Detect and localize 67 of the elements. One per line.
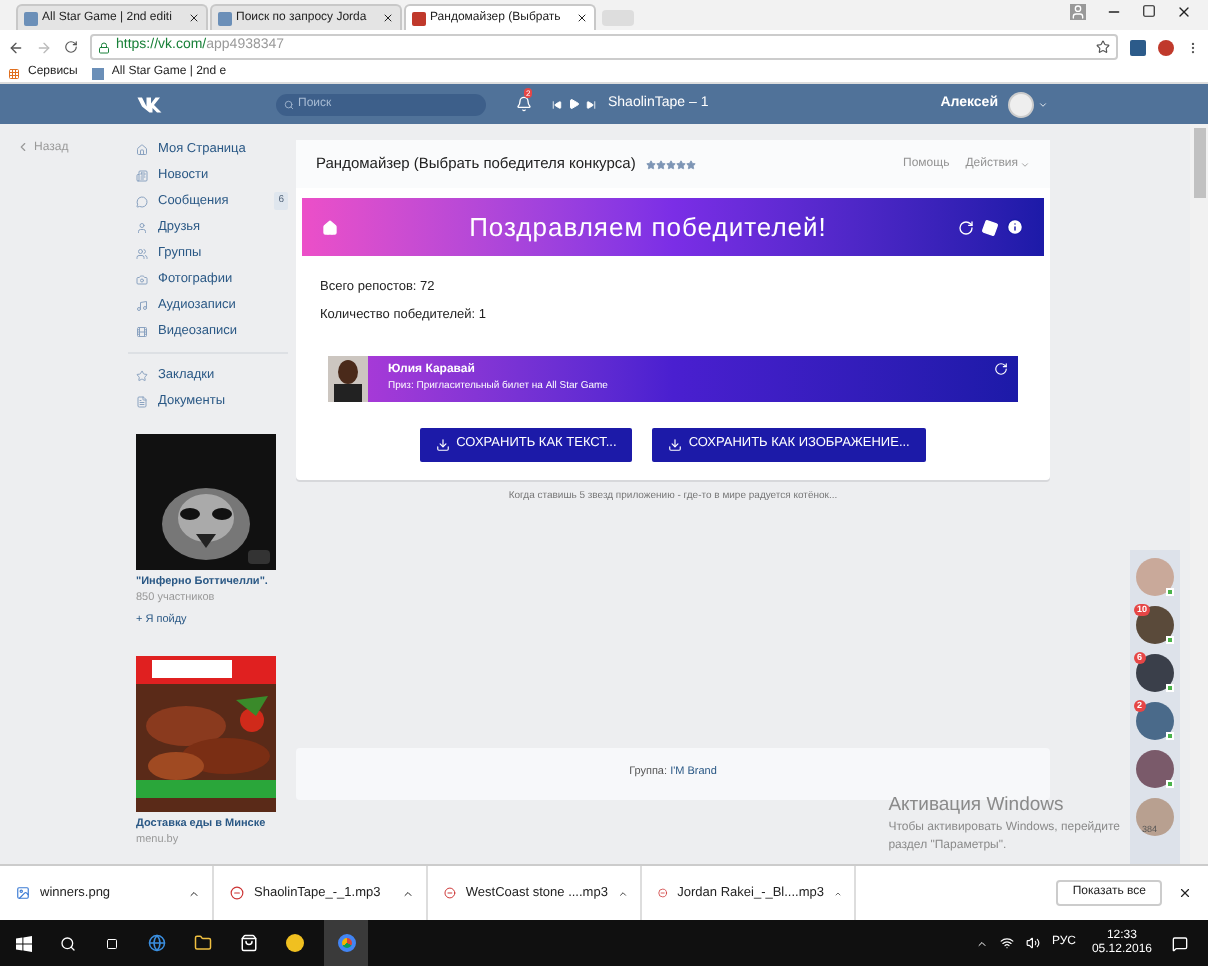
windows-logo-icon[interactable] xyxy=(16,935,32,951)
apps-icon[interactable] xyxy=(8,67,20,79)
error-icon xyxy=(230,886,244,900)
menu-item-icon xyxy=(136,221,148,233)
caret-icon[interactable] xyxy=(617,887,628,899)
menu-item-icon xyxy=(136,195,148,207)
banner-title: Поздравляем победителей! xyxy=(467,209,829,246)
tab-favicon-icon xyxy=(24,11,38,25)
profile-icon[interactable] xyxy=(1070,4,1086,20)
scrollbar-thumb[interactable] xyxy=(1193,128,1205,198)
notifications-icon[interactable] xyxy=(1172,935,1188,951)
back-icon[interactable] xyxy=(8,39,24,55)
user-avatar[interactable] xyxy=(1008,91,1034,117)
activation-title: Активация Windows xyxy=(888,792,1066,820)
chrome-icon xyxy=(337,934,355,952)
search-icon[interactable] xyxy=(60,935,76,951)
task-view-icon[interactable] xyxy=(104,937,120,949)
refresh-icon[interactable] xyxy=(958,219,974,235)
close-icon[interactable] xyxy=(576,12,588,24)
tab-favicon-icon xyxy=(412,11,426,25)
restore-icon[interactable] xyxy=(1142,4,1156,18)
download-icon xyxy=(436,437,451,451)
chat-avatar[interactable] xyxy=(1136,750,1174,788)
folder-icon[interactable] xyxy=(194,934,212,952)
tray-expand-icon[interactable] xyxy=(975,937,988,949)
bookmark-favicon-icon xyxy=(91,67,104,79)
caret-icon[interactable] xyxy=(188,887,200,899)
vk-logo-icon[interactable] xyxy=(136,95,166,113)
previous-icon[interactable] xyxy=(552,99,562,109)
close-icon[interactable] xyxy=(1178,886,1192,900)
close-icon[interactable] xyxy=(382,12,394,24)
browser-icon[interactable] xyxy=(148,934,166,952)
caret-icon[interactable] xyxy=(402,887,414,899)
menu-item-icon xyxy=(136,169,148,181)
error-icon xyxy=(658,886,668,900)
home-icon[interactable] xyxy=(322,219,338,235)
menu-item-icon xyxy=(136,369,148,381)
menu-icon[interactable] xyxy=(1186,39,1200,55)
play-icon[interactable] xyxy=(568,98,580,110)
file-icon xyxy=(16,886,30,900)
refresh-icon[interactable] xyxy=(994,361,1008,375)
menu-item-icon xyxy=(136,143,148,155)
chrome-taskbar-button[interactable] xyxy=(324,920,368,966)
search-icon xyxy=(284,99,294,109)
lock-icon xyxy=(98,41,110,53)
reload-icon[interactable] xyxy=(64,40,78,54)
app-icon[interactable] xyxy=(286,934,304,952)
info-icon[interactable] xyxy=(1006,218,1024,236)
download-icon xyxy=(668,437,683,451)
close-icon[interactable] xyxy=(188,12,200,24)
volume-icon[interactable] xyxy=(1025,936,1040,950)
menu-item-icon xyxy=(136,325,148,337)
network-icon[interactable] xyxy=(999,936,1014,950)
caret-icon xyxy=(1020,159,1030,169)
error-icon xyxy=(444,886,456,900)
menu-item-icon xyxy=(136,247,148,259)
bookmark-star-icon[interactable] xyxy=(1096,40,1110,54)
next-icon[interactable] xyxy=(586,99,596,109)
menu-item-icon xyxy=(136,273,148,285)
rating-stars[interactable] xyxy=(645,159,696,169)
store-icon[interactable] xyxy=(240,934,258,952)
dropdown-icon[interactable] xyxy=(1038,99,1048,109)
close-icon[interactable] xyxy=(1176,4,1192,20)
menu-item-icon xyxy=(136,299,148,311)
diamond-icon[interactable] xyxy=(979,216,1001,238)
tab-favicon-icon xyxy=(218,11,232,25)
menu-item-icon xyxy=(136,395,148,407)
